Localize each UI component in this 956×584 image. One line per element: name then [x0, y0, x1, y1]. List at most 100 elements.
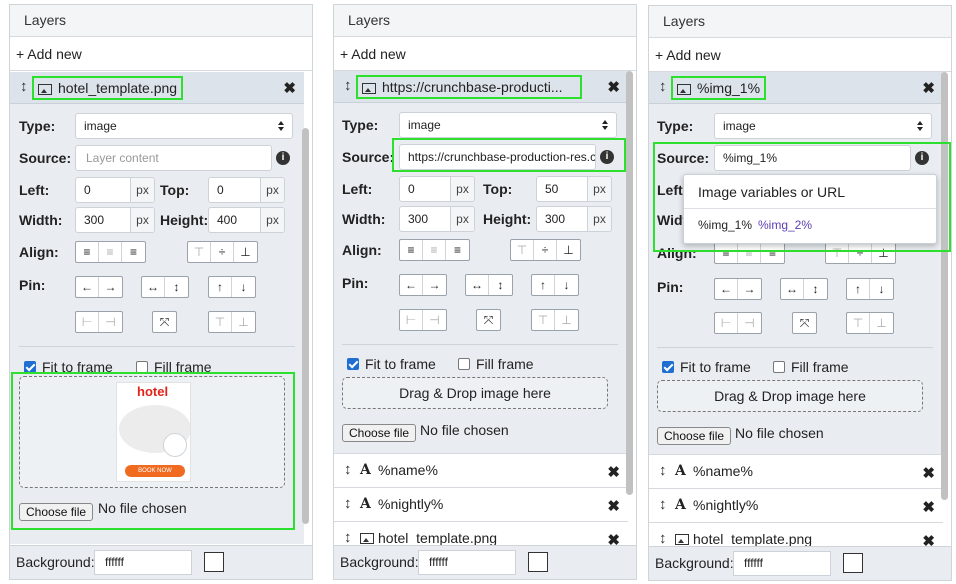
- info-icon[interactable]: i: [915, 151, 929, 165]
- layer-item-hotel-template[interactable]: ↕ hotel_template.png ✖: [334, 521, 628, 545]
- choose-file-button[interactable]: Choose file: [19, 503, 94, 521]
- close-icon[interactable]: ✖: [607, 463, 620, 481]
- valign-middle-icon[interactable]: ÷: [211, 242, 234, 262]
- move-icon[interactable]: ↕: [659, 78, 667, 95]
- add-new-button[interactable]: + Add new: [10, 37, 312, 71]
- arrow-down-icon[interactable]: ↓: [232, 277, 255, 297]
- arrow-left-icon[interactable]: ←: [76, 277, 99, 297]
- image-drop-zone[interactable]: Drag & Drop image here: [657, 380, 923, 412]
- arrow-vertical-icon[interactable]: ↕: [489, 275, 512, 295]
- valign-bottom-icon[interactable]: ⊥: [234, 242, 257, 262]
- dropdown-option-img1[interactable]: %img_1%: [698, 218, 752, 232]
- close-icon[interactable]: ✖: [607, 497, 620, 515]
- arrow-left-icon[interactable]: ←: [715, 279, 738, 299]
- dropdown-option-img2[interactable]: %img_2%: [758, 218, 812, 232]
- fit-to-frame-checkbox[interactable]: Fit to frame: [24, 359, 113, 375]
- checkbox-unchecked[interactable]: [773, 361, 785, 373]
- background-input[interactable]: ffffff: [418, 550, 516, 575]
- arrow-left-icon[interactable]: ←: [400, 275, 423, 295]
- layer-item-hotel-template[interactable]: ↕ hotel_template.png ✖: [649, 522, 943, 546]
- valign-top-icon[interactable]: ⊤: [511, 240, 534, 260]
- move-icon[interactable]: ↕: [659, 496, 667, 513]
- close-icon[interactable]: ✖: [607, 78, 620, 96]
- pin-bottom-edge-icon[interactable]: ⊥: [870, 313, 893, 333]
- align-center-icon[interactable]: ≡: [423, 240, 446, 260]
- checkbox-checked[interactable]: [662, 361, 674, 373]
- arrow-down-icon[interactable]: ↓: [555, 275, 578, 295]
- arrow-horizontal-icon[interactable]: ↔: [781, 279, 804, 299]
- checkbox-unchecked[interactable]: [458, 358, 470, 370]
- add-new-button[interactable]: + Add new: [649, 38, 951, 72]
- height-input[interactable]: 300 px: [536, 206, 612, 232]
- choose-file-button[interactable]: Choose file: [342, 424, 417, 442]
- layer-header[interactable]: ↕ %img_1% ✖: [649, 72, 943, 104]
- pin-left-edge-icon[interactable]: ⊢: [76, 312, 99, 332]
- arrow-right-icon[interactable]: →: [423, 275, 446, 295]
- top-input[interactable]: 50 px: [536, 176, 612, 202]
- left-input[interactable]: 0 px: [75, 177, 155, 203]
- arrow-right-icon[interactable]: →: [99, 277, 122, 297]
- add-new-button[interactable]: + Add new: [334, 37, 636, 71]
- arrow-right-icon[interactable]: →: [738, 279, 761, 299]
- layer-item-nightly[interactable]: ↕ A %nightly% ✖: [334, 487, 628, 521]
- valign-bottom-icon[interactable]: ⊥: [557, 240, 580, 260]
- arrow-up-icon[interactable]: ↑: [532, 275, 555, 295]
- layer-header[interactable]: ↕ https://crunchbase-producti... ✖: [334, 71, 628, 103]
- layer-item-nightly[interactable]: ↕ A %nightly% ✖: [649, 488, 943, 522]
- valign-top-icon[interactable]: ⊤: [188, 242, 211, 262]
- pin-bottom-edge-icon[interactable]: ⊥: [555, 310, 578, 330]
- checkbox-checked[interactable]: [24, 361, 36, 373]
- top-input[interactable]: 0 px: [208, 177, 285, 203]
- source-input[interactable]: %img_1%: [714, 145, 911, 171]
- expand-icon[interactable]: ⤧: [153, 312, 176, 332]
- align-right-icon[interactable]: ≡: [122, 242, 145, 262]
- checkbox-unchecked[interactable]: [136, 361, 148, 373]
- expand-icon[interactable]: ⤧: [477, 310, 500, 330]
- type-select[interactable]: image: [714, 113, 932, 139]
- arrow-down-icon[interactable]: ↓: [870, 279, 893, 299]
- close-icon[interactable]: ✖: [283, 79, 296, 97]
- type-select[interactable]: image: [399, 112, 617, 138]
- fit-to-frame-checkbox[interactable]: Fit to frame: [347, 356, 436, 372]
- width-input[interactable]: 300 px: [75, 207, 155, 233]
- source-input[interactable]: Layer content: [75, 145, 272, 171]
- fill-frame-checkbox[interactable]: Fill frame: [458, 356, 534, 372]
- background-input[interactable]: ffffff: [94, 550, 192, 575]
- pin-left-edge-icon[interactable]: ⊢: [715, 313, 738, 333]
- close-icon[interactable]: ✖: [607, 531, 620, 545]
- scrollbar[interactable]: [941, 72, 948, 500]
- move-icon[interactable]: ↕: [344, 495, 352, 512]
- valign-top-icon[interactable]: ⊤: [826, 243, 849, 263]
- move-icon[interactable]: ↕: [344, 461, 352, 478]
- valign-middle-icon[interactable]: ÷: [849, 243, 872, 263]
- pin-top-edge-icon[interactable]: ⊤: [847, 313, 870, 333]
- valign-middle-icon[interactable]: ÷: [534, 240, 557, 260]
- expand-icon[interactable]: ⤧: [793, 313, 816, 333]
- pin-left-edge-icon[interactable]: ⊢: [400, 310, 423, 330]
- layer-header[interactable]: ↕ hotel_template.png ✖: [10, 72, 304, 104]
- color-swatch[interactable]: [204, 552, 224, 572]
- align-left-icon[interactable]: ≡: [400, 240, 423, 260]
- height-input[interactable]: 400 px: [208, 207, 285, 233]
- image-drop-zone[interactable]: hotel BOOK NOW: [19, 376, 285, 488]
- pin-right-edge-icon[interactable]: ⊣: [423, 310, 446, 330]
- scrollbar[interactable]: [302, 128, 309, 524]
- type-select[interactable]: image: [75, 113, 293, 139]
- close-icon[interactable]: ✖: [922, 498, 935, 516]
- move-icon[interactable]: ↕: [659, 462, 667, 479]
- align-center-icon[interactable]: ≡: [738, 243, 761, 263]
- arrow-up-icon[interactable]: ↑: [847, 279, 870, 299]
- arrow-vertical-icon[interactable]: ↕: [165, 277, 188, 297]
- move-icon[interactable]: ↕: [344, 529, 352, 545]
- width-input[interactable]: 300 px: [399, 206, 475, 232]
- fit-to-frame-checkbox[interactable]: Fit to frame: [662, 359, 751, 375]
- background-input[interactable]: ffffff: [733, 551, 831, 576]
- align-center-icon[interactable]: ≡: [99, 242, 122, 262]
- image-drop-zone[interactable]: Drag & Drop image here: [342, 377, 608, 409]
- pin-bottom-edge-icon[interactable]: ⊥: [232, 312, 255, 332]
- arrow-horizontal-icon[interactable]: ↔: [142, 277, 165, 297]
- fill-frame-checkbox[interactable]: Fill frame: [773, 359, 849, 375]
- fill-frame-checkbox[interactable]: Fill frame: [136, 359, 212, 375]
- layer-item-name[interactable]: ↕ A %name% ✖: [649, 454, 943, 488]
- pin-right-edge-icon[interactable]: ⊣: [99, 312, 122, 332]
